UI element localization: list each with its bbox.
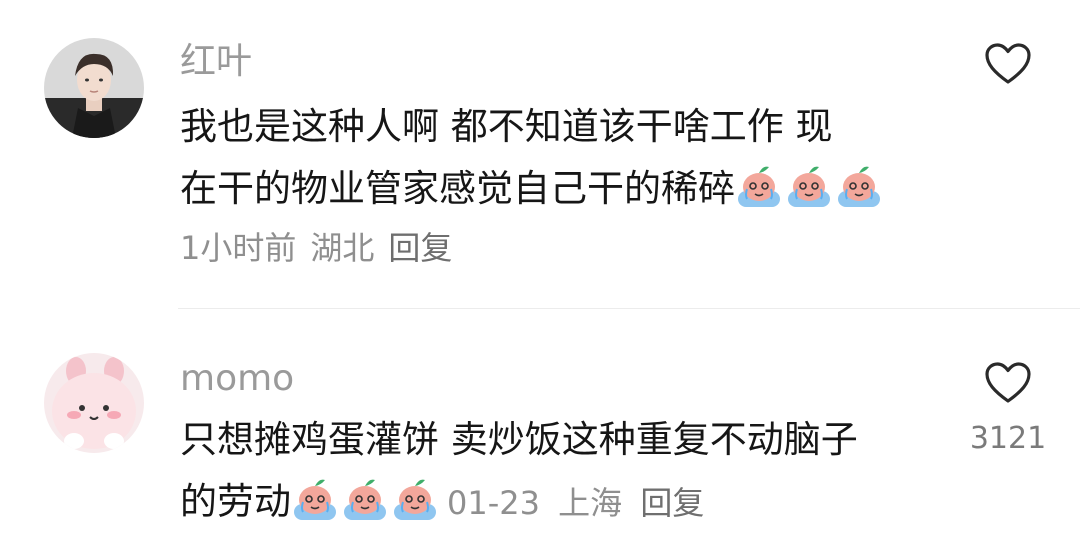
avatar[interactable] — [44, 353, 144, 453]
crying-peach-emoji-icon — [788, 166, 830, 207]
comment-time: 01-23 — [447, 484, 540, 522]
comment-location: 上海 — [558, 484, 623, 522]
user-photo-avatar-image — [44, 38, 144, 138]
comment-location: 湖北 — [310, 229, 375, 267]
comment-item: 红叶 我也是这种人啊 都不知道该干啥工作 现 在干的物业管家感觉自己干的稀碎 1… — [0, 0, 1080, 308]
comment-text-line: 在干的物业管家感觉自己干的稀碎 — [180, 167, 735, 210]
comment-meta: 1小时前 湖北 回复 — [180, 226, 466, 270]
username[interactable]: momo — [180, 357, 294, 401]
crying-peach-emoji-icon — [294, 479, 336, 520]
cartoon-bunny-avatar-image — [44, 353, 144, 453]
username[interactable]: 红叶 — [180, 40, 252, 84]
comment-text-line-2: 在干的物业管家感觉自己干的稀碎 — [180, 158, 885, 220]
avatar[interactable] — [44, 38, 144, 138]
comment-text-line: 我也是这种人啊 都不知道该干啥工作 现 — [180, 105, 833, 148]
comment-text-line: 的劳动 — [180, 480, 291, 523]
crying-peach-emoji-icon — [394, 479, 436, 520]
comment-text-line-2: 的劳动 01-23 上海 回复 — [180, 471, 858, 534]
crying-peach-emoji-icon — [344, 479, 386, 520]
comment-time: 1小时前 — [180, 229, 297, 267]
comment-text-line: 只想摊鸡蛋灌饼 卖炒饭这种重复不动脑子 — [180, 418, 858, 461]
crying-peach-emoji-icon — [738, 166, 780, 207]
like-count: 3121 — [969, 421, 1047, 456]
reply-button[interactable]: 回复 — [388, 229, 452, 267]
reply-button[interactable]: 回复 — [640, 484, 704, 522]
comment-item: momo 只想摊鸡蛋灌饼 卖炒饭这种重复不动脑子 的劳动 01-23 上海 回复… — [0, 309, 1080, 546]
comment-text: 只想摊鸡蛋灌饼 卖炒饭这种重复不动脑子 的劳动 01-23 上海 回复 — [180, 409, 858, 534]
crying-peach-emoji-icon — [838, 166, 880, 207]
comment-text: 我也是这种人啊 都不知道该干啥工作 现 在干的物业管家感觉自己干的稀碎 — [180, 96, 885, 220]
heart-icon[interactable] — [984, 42, 1032, 86]
heart-icon[interactable] — [984, 361, 1032, 405]
